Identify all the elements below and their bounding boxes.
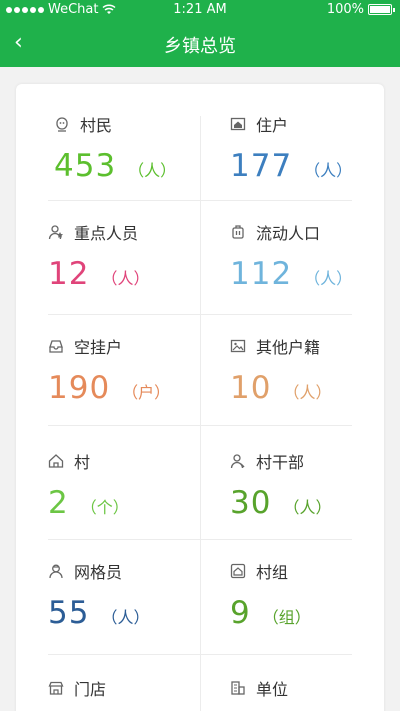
stat-unit: （人） [283,498,332,517]
status-bar: WeChat 1:21 AM 100% [0,0,400,20]
stat-label: 空挂户 [74,338,123,357]
inbox-icon [48,338,64,354]
store-icon [48,680,64,696]
stat-header: 流动人口 [230,220,380,244]
stat-cell[interactable]: 住户 177 （人） [230,112,380,184]
stat-header: 门店 [48,676,198,700]
stat-value-row: 9 （组） [230,595,380,631]
stat-label: 流动人口 [256,224,321,243]
row-divider [48,654,352,655]
group-icon [230,563,246,579]
stat-number: 112 [230,256,293,292]
stat-unit: （人） [128,161,177,180]
stat-cell[interactable]: 网格员 55 （人） [48,559,198,631]
stat-unit: （个） [80,498,129,517]
stat-unit: （户） [122,383,171,402]
nav-bar: ‹ 乡镇总览 [0,20,400,67]
stat-cell[interactable]: 村组 9 （组） [230,559,380,631]
stat-value-row: 2 （个） [48,485,198,521]
stat-unit: （人） [304,269,353,288]
resident-icon [54,116,70,132]
stat-cell[interactable]: 重点人员 12 （人） [48,220,198,292]
stat-header: 网格员 [48,559,198,583]
stat-cell[interactable]: 单位 [230,676,380,700]
stat-unit: （组） [262,608,311,627]
stat-value-row: 177 （人） [230,148,380,184]
stat-cell[interactable]: 门店 [48,676,198,700]
stat-cell[interactable]: 村民 453 （人） [54,112,204,184]
stat-header: 村组 [230,559,380,583]
row-divider [48,200,352,201]
stat-value-row: 30 （人） [230,485,380,521]
row-divider [48,425,352,426]
stat-header: 其他户籍 [230,334,380,358]
stat-header: 村干部 [230,449,380,473]
stat-cell[interactable]: 其他户籍 10 （人） [230,334,380,406]
stat-unit: （人） [101,269,150,288]
stat-label: 单位 [256,680,289,699]
stat-number: 190 [48,370,111,406]
stat-unit: （人） [304,161,353,180]
stat-number: 9 [230,595,251,631]
stat-header: 单位 [230,676,380,700]
stat-number: 30 [230,485,272,521]
stat-number: 177 [230,148,293,184]
battery-icon [368,4,395,15]
stat-value-row: 453 （人） [54,148,204,184]
luggage-icon [230,224,246,240]
stat-value-row: 190 （户） [48,370,198,406]
stat-number: 12 [48,256,90,292]
grid-member-icon [48,563,64,579]
stat-label: 门店 [74,680,107,699]
stat-label: 村组 [256,563,289,582]
stat-cell[interactable]: 村 2 （个） [48,449,198,521]
row-divider [48,539,352,540]
stat-label: 村 [74,453,91,472]
overview-card: 村民 453 （人） 住户 177 （人） 重点人员 12 （人） 流动人口 112 （人） 空挂户 19… [16,84,384,711]
row-divider [48,314,352,315]
page-title: 乡镇总览 [164,36,236,57]
stat-label: 其他户籍 [256,338,321,357]
stat-label: 村干部 [256,453,305,472]
stat-unit: （人） [101,608,150,627]
stat-header: 空挂户 [48,334,198,358]
stat-cell[interactable]: 村干部 30 （人） [230,449,380,521]
building-icon [230,680,246,696]
stat-number: 453 [54,148,117,184]
village-icon [48,453,64,469]
stat-value-row: 112 （人） [230,256,380,292]
stat-header: 住户 [230,112,380,136]
key-person-icon [48,224,64,240]
stat-value-row: 12 （人） [48,256,198,292]
stat-header: 村民 [54,112,204,136]
stat-unit: （人） [283,383,332,402]
picture-icon [230,338,246,354]
stat-cell[interactable]: 空挂户 190 （户） [48,334,198,406]
stat-number: 2 [48,485,69,521]
stat-value-row: 55 （人） [48,595,198,631]
stat-label: 重点人员 [74,224,139,243]
stat-header: 重点人员 [48,220,198,244]
stat-value-row: 10 （人） [230,370,380,406]
home-icon [230,116,246,132]
stat-label: 村民 [80,116,113,135]
battery-percent: 100% [326,2,364,17]
stat-header: 村 [48,449,198,473]
cadre-icon [230,453,246,469]
stat-label: 住户 [256,116,289,135]
column-divider [200,116,201,711]
stat-number: 55 [48,595,90,631]
stat-cell[interactable]: 流动人口 112 （人） [230,220,380,292]
stat-number: 10 [230,370,272,406]
battery-area: 100% [326,2,395,17]
stat-label: 网格员 [74,563,123,582]
